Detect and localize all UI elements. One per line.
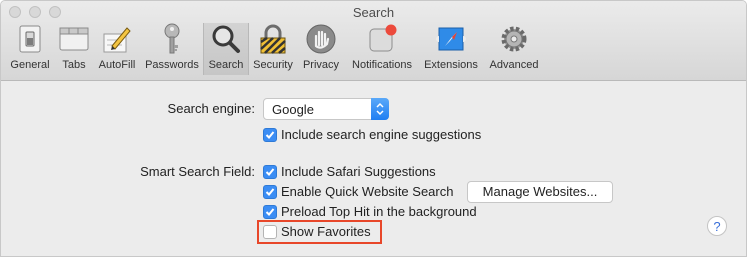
tab-label: Passwords: [145, 59, 199, 71]
smart-search-field-label: Smart Search Field:: [140, 164, 255, 179]
tab-privacy[interactable]: Privacy: [297, 23, 345, 75]
padlock-icon: [255, 23, 291, 55]
preferences-window: Search General Tabs AutoFill Passwords S…: [0, 0, 747, 257]
include-safari-suggestions-checkbox[interactable]: Include Safari Suggestions: [263, 164, 436, 179]
search-engine-label: Search engine:: [167, 101, 255, 116]
quick-website-search-checkbox[interactable]: Enable Quick Website Search: [263, 184, 453, 199]
tab-security[interactable]: Security: [249, 23, 297, 75]
tab-label: General: [10, 59, 50, 71]
checkbox-label: Include Safari Suggestions: [281, 164, 436, 179]
gear-icon: [496, 23, 532, 55]
general-switch-icon: [12, 23, 48, 55]
tab-autofill[interactable]: AutoFill: [93, 23, 141, 75]
hand-icon: [303, 23, 339, 55]
tab-label: Search: [208, 59, 244, 71]
manage-websites-button[interactable]: Manage Websites...: [467, 181, 613, 203]
tabs-icon: [56, 23, 92, 55]
checkbox-label: Preload Top Hit in the background: [281, 204, 477, 219]
notifications-icon: [364, 23, 400, 55]
tab-label: AutoFill: [98, 59, 136, 71]
search-engine-select[interactable]: Google: [263, 98, 389, 120]
tab-advanced[interactable]: Advanced: [483, 23, 545, 75]
include-search-suggestions-checkbox[interactable]: Include search engine suggestions: [263, 127, 481, 142]
checkbox-checked-icon: [263, 127, 277, 142]
search-preferences-panel: Search engine: Google Include search eng…: [1, 81, 746, 256]
toolbar: Search General Tabs AutoFill Passwords S…: [1, 1, 746, 81]
tab-label: Tabs: [62, 59, 86, 71]
tab-label: Notifications: [352, 59, 412, 71]
autofill-pencil-icon: [99, 23, 135, 55]
tab-label: Extensions: [424, 59, 478, 71]
tab-passwords[interactable]: Passwords: [141, 23, 203, 75]
tab-label: Security: [253, 59, 293, 71]
tab-notifications[interactable]: Notifications: [345, 23, 419, 75]
preload-top-hit-checkbox[interactable]: Preload Top Hit in the background: [263, 204, 477, 219]
tab-search[interactable]: Search: [203, 23, 249, 75]
preference-tabs: General Tabs AutoFill Passwords Search S…: [5, 23, 545, 75]
checkbox-label: Enable Quick Website Search: [281, 184, 454, 199]
magnifier-icon: [208, 23, 244, 55]
checkbox-checked-icon: [263, 204, 277, 219]
checkbox-checked-icon: [263, 164, 277, 179]
help-button[interactable]: ?: [707, 216, 727, 236]
tab-label: Privacy: [302, 59, 340, 71]
checkbox-label: Include search engine suggestions: [281, 127, 482, 142]
key-icon: [154, 23, 190, 55]
popup-arrows-icon: [371, 98, 389, 120]
window-title: Search: [352, 5, 395, 20]
compass-icon: [433, 23, 469, 55]
tab-general[interactable]: General: [5, 23, 55, 75]
checkbox-checked-icon: [263, 184, 277, 199]
tab-extensions[interactable]: Extensions: [419, 23, 483, 75]
tab-tabs[interactable]: Tabs: [55, 23, 93, 75]
search-engine-value: Google: [272, 102, 314, 117]
annotation-highlight-box: [257, 220, 382, 244]
tab-label: Advanced: [489, 59, 539, 71]
